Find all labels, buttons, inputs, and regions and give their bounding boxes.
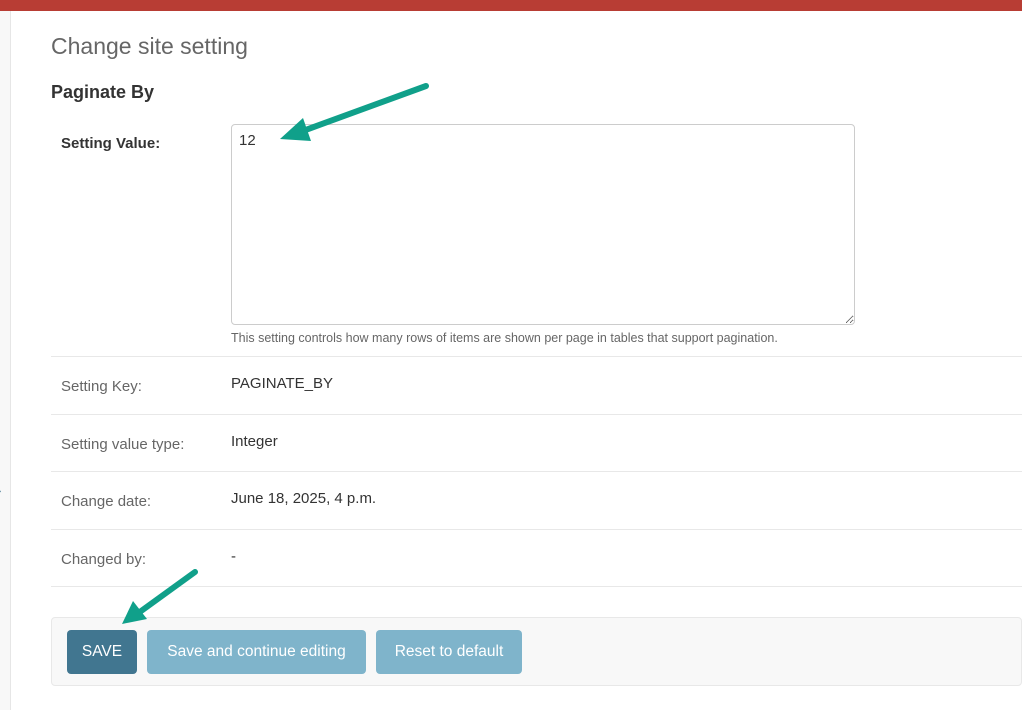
header-bar <box>0 0 1022 11</box>
help-text: This setting controls how many rows of i… <box>231 331 778 345</box>
changed-by-value: - <box>231 548 236 565</box>
form-row-changed-by: Changed by: - <box>51 530 1022 587</box>
setting-value-type-label: Setting value type: <box>61 436 185 453</box>
form-row-change-date: Change date: June 18, 2025, 4 p.m. <box>51 472 1022 530</box>
chevron-right-icon[interactable]: › <box>0 484 7 498</box>
save-button[interactable]: SAVE <box>67 630 137 674</box>
submit-row: SAVE Save and continue editing Reset to … <box>51 617 1022 686</box>
page-title: Change site setting <box>51 33 248 59</box>
setting-value-textarea[interactable] <box>231 124 855 325</box>
setting-key-value: PAGINATE_BY <box>231 375 333 392</box>
section-title: Paginate By <box>51 82 155 102</box>
changed-by-label: Changed by: <box>61 551 147 568</box>
setting-key-label: Setting Key: <box>61 378 142 395</box>
save-and-continue-button[interactable]: Save and continue editing <box>147 630 366 674</box>
setting-value-label: Setting Value: <box>61 135 161 152</box>
reset-to-default-button[interactable]: Reset to default <box>376 630 522 674</box>
change-date-label: Change date: <box>61 493 152 510</box>
form-row-setting-value: Setting Value: This setting controls how… <box>51 112 1022 357</box>
form-row-setting-value-type: Setting value type: Integer <box>51 415 1022 472</box>
setting-value-type-value: Integer <box>231 433 278 450</box>
form-row-setting-key: Setting Key: PAGINATE_BY <box>51 357 1022 415</box>
change-date-value: June 18, 2025, 4 p.m. <box>231 490 377 507</box>
sidebar-collapsed: › <box>0 11 11 710</box>
